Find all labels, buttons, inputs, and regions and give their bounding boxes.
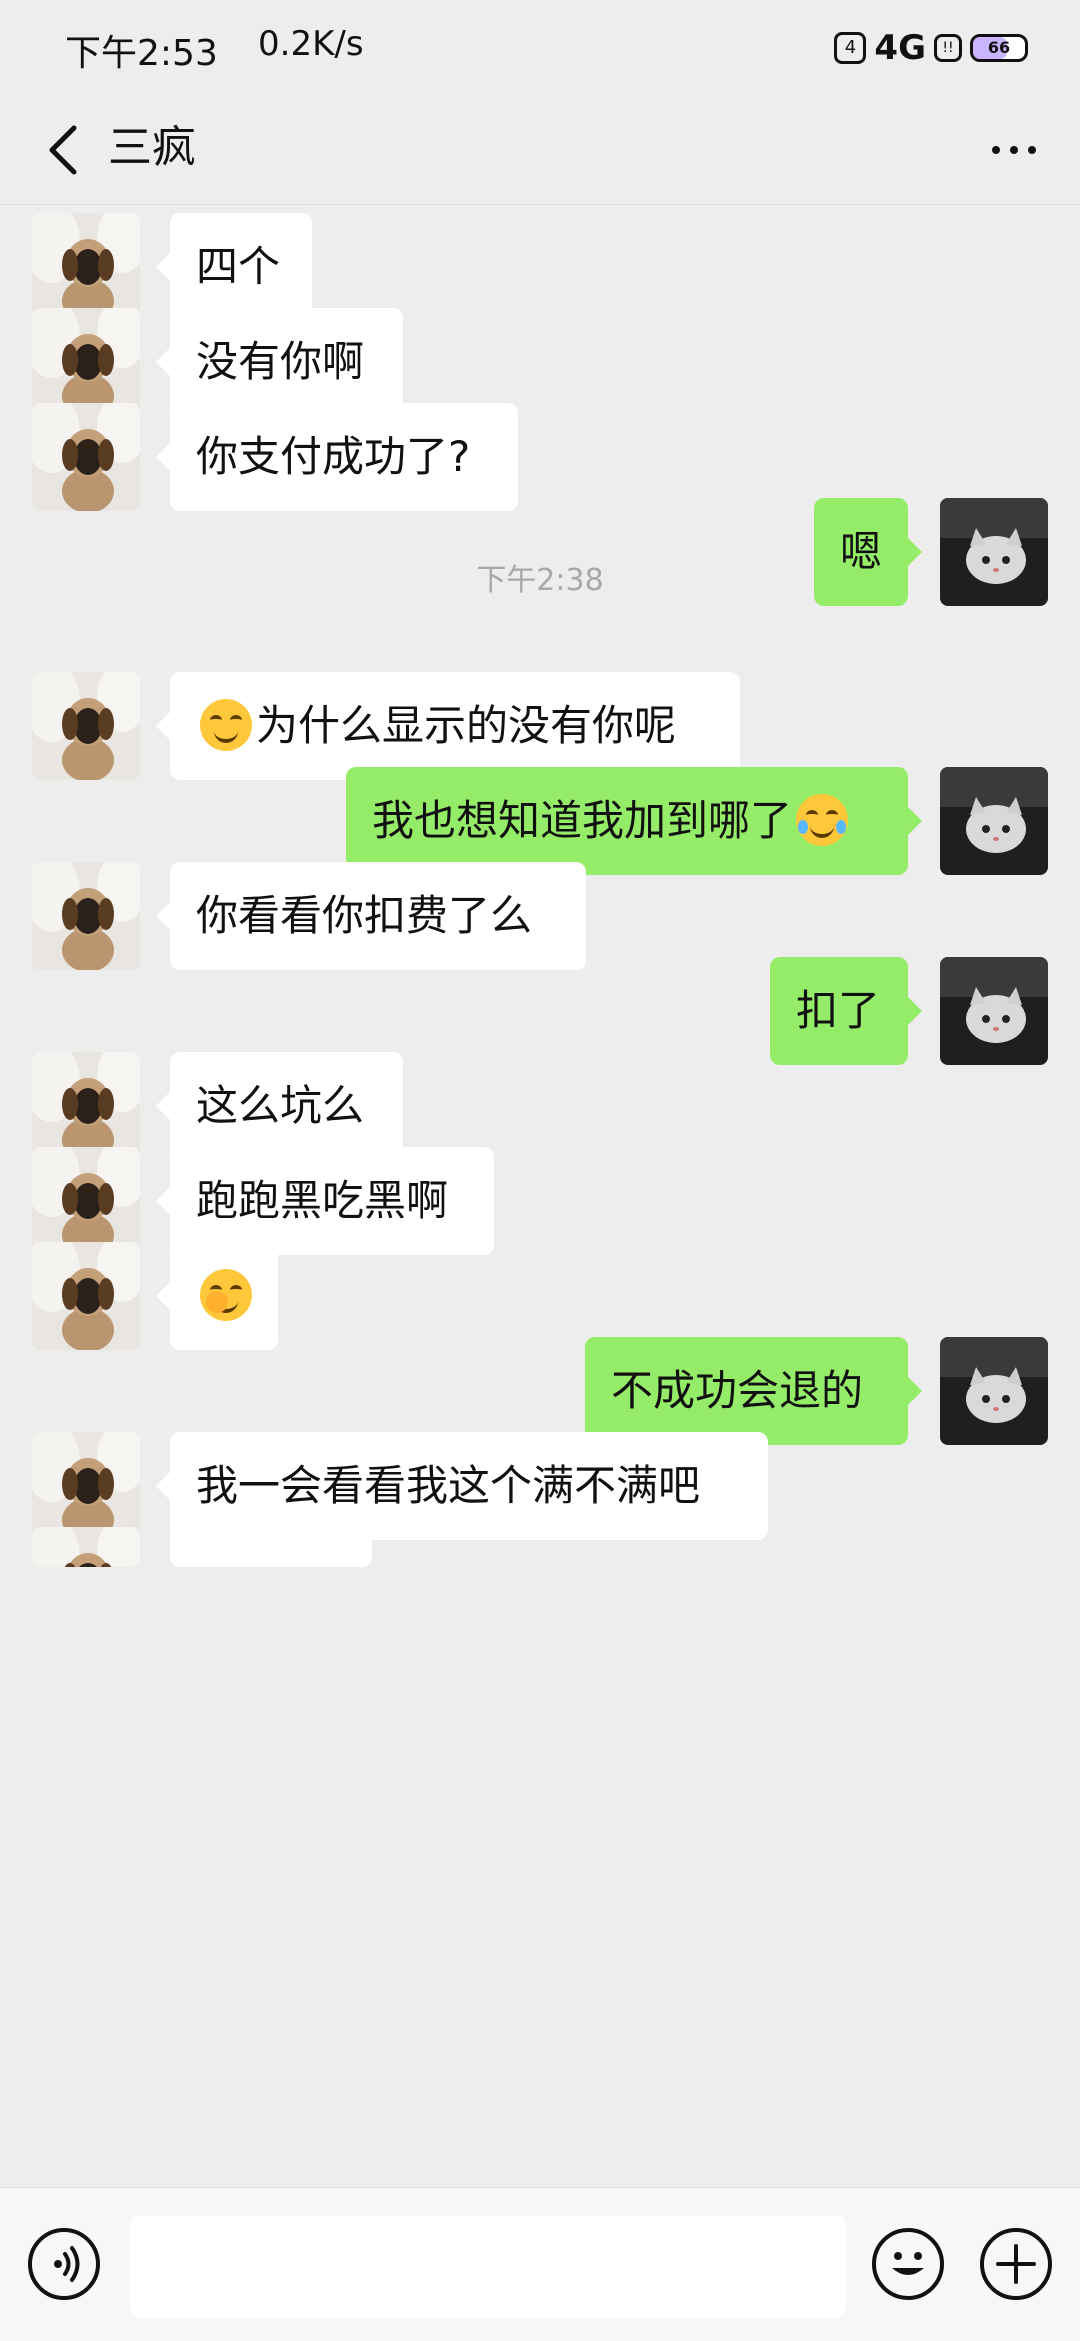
message-row: 为什么显示的没有你呢 (0, 672, 1080, 780)
network-speed: 0.2K/s (258, 24, 364, 64)
message-row: 我一会看看我这个满不满吧 (0, 1432, 1080, 1540)
status-icons: 4 4G !! 66 (834, 28, 1028, 68)
message-row: 我也想知道我加到哪了 (0, 767, 1080, 875)
emoji-button[interactable] (872, 2228, 944, 2300)
message-row-partial (0, 1527, 1080, 1587)
message-row (0, 1242, 1080, 1350)
chat-header: 三疯 (0, 96, 1080, 205)
message-row: 这么坑么 (0, 1052, 1080, 1160)
message-text: 你看看你扣费了么 (196, 891, 533, 940)
status-time: 下午2:53 (65, 33, 218, 74)
contact-avatar[interactable] (32, 672, 140, 780)
network-type: 4G (874, 28, 926, 68)
message-list[interactable]: 四个 没有你啊 你支付成功了? 嗯下午2:38 为什么显示的没有你呢 我也想知道我加到哪了… (0, 205, 1080, 2187)
my-avatar[interactable] (940, 1337, 1048, 1445)
back-button[interactable] (30, 114, 102, 186)
message-bubble[interactable]: 这么坑么 (156, 1052, 403, 1160)
message-bubble[interactable]: 跑跑黑吃黑啊 (156, 1147, 494, 1255)
message-bubble[interactable]: 你支付成功了? (156, 403, 518, 511)
message-row: 没有你啊 (0, 308, 1080, 416)
more-options-button[interactable] (978, 114, 1050, 186)
dot-icon (992, 146, 1000, 154)
message-bubble[interactable]: 扣了 (770, 957, 922, 1065)
message-bubble[interactable]: 不成功会退的 (585, 1337, 922, 1445)
hd-badge-icon: !! (934, 34, 962, 62)
contact-avatar[interactable] (32, 1527, 140, 1567)
message-text: 这么坑么 (196, 1081, 365, 1130)
contact-avatar[interactable] (32, 403, 140, 511)
message-timestamp: 下午2:38 (476, 563, 604, 598)
dot-icon (1010, 146, 1018, 154)
back-arrow-icon (49, 125, 77, 175)
message-row: 四个 (0, 213, 1080, 321)
message-row: 你支付成功了? (0, 403, 1080, 511)
voice-input-button[interactable] (28, 2228, 100, 2300)
message-bubble[interactable]: 四个 (156, 213, 312, 321)
smiley-icon (892, 2252, 924, 2275)
message-text: 四个 (196, 242, 281, 291)
sim-badge-icon: 4 (834, 32, 867, 64)
message-input[interactable] (130, 2216, 846, 2318)
message-bubble[interactable]: 你看看你扣费了么 (156, 862, 586, 970)
message-row: 不成功会退的 (0, 1337, 1080, 1445)
dot-icon (1028, 146, 1036, 154)
contact-avatar[interactable] (32, 213, 140, 321)
message-bubble[interactable]: 我也想知道我加到哪了 (346, 767, 922, 875)
plus-icon (996, 2244, 1036, 2284)
input-bar (0, 2187, 1080, 2341)
contact-avatar[interactable] (32, 1432, 140, 1540)
facepalm-emoji (200, 1268, 252, 1321)
message-row: 扣了 (0, 957, 1080, 1065)
image-message-partial[interactable] (170, 1527, 372, 1567)
tears-of-joy-emoji (796, 793, 849, 846)
message-text: 扣了 (796, 986, 881, 1035)
message-text: 没有你啊 (196, 337, 365, 386)
smirk-emoji (200, 698, 252, 751)
my-avatar[interactable] (940, 767, 1048, 875)
status-bar: 下午2:53 0.2K/s 4 4G !! 66 (0, 0, 1080, 96)
voice-icon (54, 2246, 80, 2282)
my-avatar[interactable] (940, 957, 1048, 1065)
battery-level: 66 (987, 38, 1011, 57)
contact-avatar[interactable] (32, 308, 140, 416)
add-more-button[interactable] (980, 2228, 1052, 2300)
contact-avatar[interactable] (32, 862, 140, 970)
message-text: 不成功会退的 (611, 1366, 864, 1415)
contact-avatar[interactable] (32, 1052, 140, 1160)
message-text: 为什么显示的没有你呢 (256, 701, 677, 750)
message-bubble[interactable] (156, 1242, 278, 1350)
contact-avatar[interactable] (32, 1242, 140, 1350)
message-text: 我一会看看我这个满不满吧 (196, 1461, 701, 1510)
contact-avatar[interactable] (32, 1147, 140, 1255)
battery-icon: 66 (970, 34, 1028, 62)
chat-title: 三疯 (108, 122, 196, 173)
message-row: 跑跑黑吃黑啊 (0, 1147, 1080, 1255)
message-text: 我也想知道我加到哪了 (372, 796, 793, 845)
message-bubble[interactable]: 没有你啊 (156, 308, 403, 416)
message-bubble[interactable]: 为什么显示的没有你呢 (156, 672, 740, 780)
timestamp-row: 下午2:38 (0, 555, 1080, 615)
message-row: 你看看你扣费了么 (0, 862, 1080, 970)
message-bubble[interactable]: 我一会看看我这个满不满吧 (156, 1432, 768, 1540)
message-text: 跑跑黑吃黑啊 (196, 1176, 449, 1225)
message-text: 你支付成功了? (196, 432, 471, 481)
